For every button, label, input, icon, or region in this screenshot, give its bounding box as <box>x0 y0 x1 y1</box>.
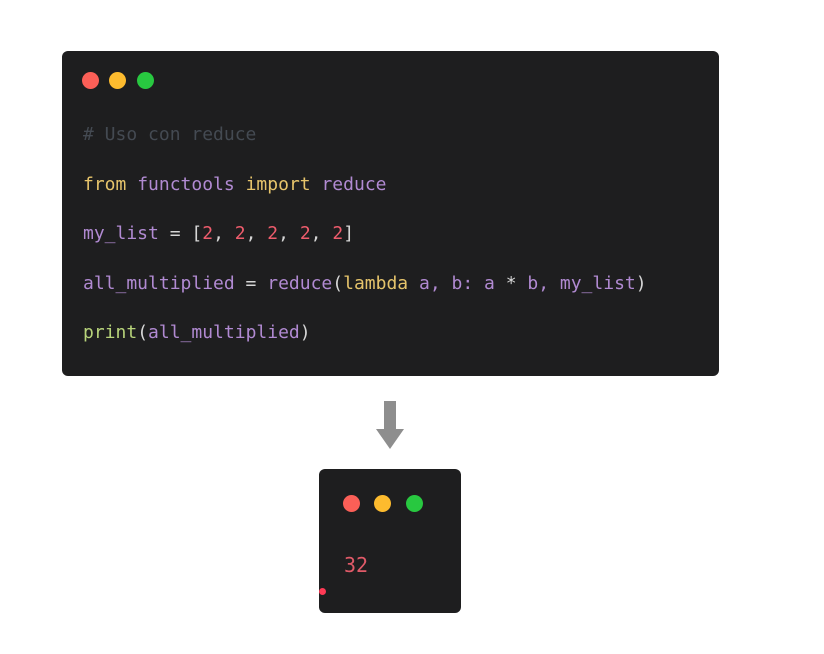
keyword-lambda: lambda <box>343 273 409 294</box>
code-line-import: from functools import reduce <box>83 173 387 197</box>
assign-op: = <box>234 273 268 294</box>
close-dot-icon[interactable] <box>343 495 360 512</box>
list-sep: , <box>310 223 333 244</box>
maximize-dot-icon[interactable] <box>137 72 154 89</box>
list-sep: , <box>245 223 268 244</box>
close-dot-icon[interactable] <box>82 72 99 89</box>
list-value: 2 <box>267 223 279 244</box>
print-call: print <box>83 322 138 343</box>
imported-name: reduce <box>321 174 387 195</box>
module-name: functools <box>137 174 235 195</box>
paren-close: ) <box>635 273 647 294</box>
list-sep: , <box>213 223 235 244</box>
keyword-import: import <box>245 174 311 195</box>
list-sep: , <box>278 223 300 244</box>
code-comment: # Uso con reduce <box>83 124 257 145</box>
code-window: # Uso con reduce from functools import r… <box>62 51 719 376</box>
code-line-reduce: all_multiplied = reduce(lambda a, b: a *… <box>83 272 647 296</box>
paren-close: ) <box>299 322 311 343</box>
list-value: 2 <box>202 223 214 244</box>
minimize-dot-icon[interactable] <box>109 72 126 89</box>
assign-op: = <box>158 223 192 244</box>
lambda-params: a, b: a <box>408 273 506 294</box>
bracket-close: ] <box>343 223 355 244</box>
print-arg: all_multiplied <box>148 322 300 343</box>
lambda-rest: b, my_list <box>516 273 636 294</box>
list-value: 2 <box>234 223 246 244</box>
list-value: 2 <box>299 223 311 244</box>
paren-open: ( <box>332 273 344 294</box>
maximize-dot-icon[interactable] <box>406 495 423 512</box>
minimize-dot-icon[interactable] <box>374 495 391 512</box>
cursor-dot-icon <box>319 588 326 595</box>
var-all-multiplied: all_multiplied <box>83 273 235 294</box>
reduce-call: reduce <box>267 273 333 294</box>
list-value: 2 <box>332 223 344 244</box>
arrow-down-icon <box>376 401 404 449</box>
paren-open: ( <box>137 322 149 343</box>
var-my-list: my_list <box>83 223 159 244</box>
keyword-from: from <box>83 174 127 195</box>
multiply-op: * <box>505 273 517 294</box>
output-window: 32 <box>319 469 461 613</box>
code-line-assign: my_list = [2, 2, 2, 2, 2] <box>83 222 354 246</box>
output-result: 32 <box>344 553 369 577</box>
code-line-print: print(all_multiplied) <box>83 321 311 345</box>
bracket-open: [ <box>191 223 203 244</box>
